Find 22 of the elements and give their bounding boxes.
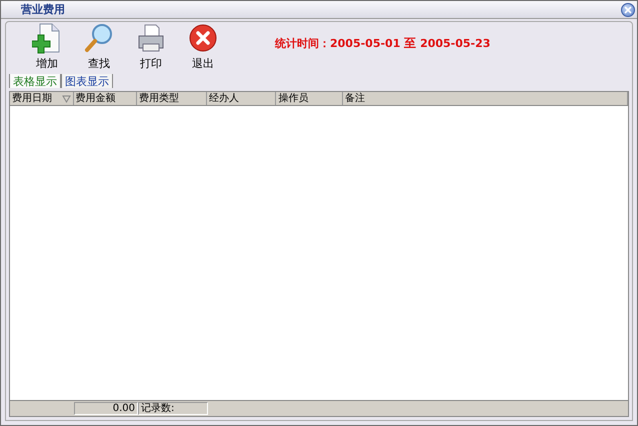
column-header[interactable]: 费用日期 <box>10 92 74 105</box>
record-count-label: 记录数: <box>138 402 208 415</box>
tab[interactable]: 表格显示 <box>9 74 61 88</box>
toolbar-button[interactable]: 退出 <box>177 22 229 70</box>
column-header[interactable]: 备注 <box>342 92 628 105</box>
toolbar-button[interactable]: 打印 <box>125 22 177 70</box>
column-header[interactable]: 费用类型 <box>137 92 207 105</box>
total-amount: 0.00 <box>74 402 138 415</box>
column-header[interactable]: 经办人 <box>206 92 276 105</box>
close-icon <box>624 6 632 14</box>
toolbar-button[interactable]: 查找 <box>73 22 125 70</box>
window-title: 营业费用 <box>21 2 65 17</box>
magnifier-icon <box>84 22 114 54</box>
toolbar-button[interactable]: 增加 <box>21 22 73 70</box>
close-icon <box>188 22 218 54</box>
column-header[interactable]: 费用金额 <box>74 92 138 105</box>
period-label: 统计时间：2005-05-01 至 2005-05-23 <box>275 34 490 52</box>
printer-icon <box>136 22 166 54</box>
document-plus-icon <box>32 22 62 54</box>
close-button[interactable] <box>621 2 635 16</box>
tab[interactable]: 图表显示 <box>61 74 113 88</box>
column-header[interactable]: 操作员 <box>276 92 343 105</box>
